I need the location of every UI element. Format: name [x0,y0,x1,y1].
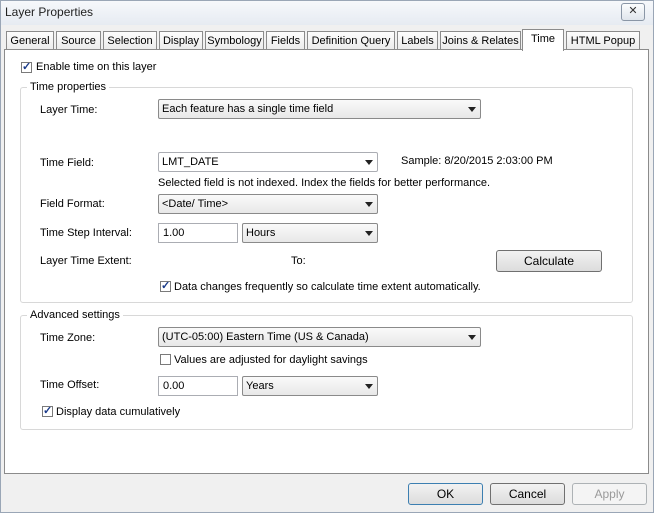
tab-strip: General Source Selection Display Symbolo… [1,29,653,51]
time-zone-value: (UTC-05:00) Eastern Time (US & Canada) [162,331,369,343]
close-icon: ✕ [628,5,638,17]
sample-text: Sample: 8/20/2015 2:03:00 PM [401,155,553,167]
title-bar: Layer Properties ✕ [1,1,653,25]
daylight-savings-label: Values are adjusted for daylight savings [174,354,368,366]
time-offset-unit-dropdown[interactable]: Years [242,376,378,396]
layer-time-value: Each feature has a single time field [162,103,334,115]
tab-definition-query[interactable]: Definition Query [307,31,395,49]
tab-general[interactable]: General [6,31,54,49]
time-zone-label: Time Zone: [40,332,96,344]
time-field-dropdown[interactable]: LMT_DATE [158,152,378,172]
chevron-down-icon [365,160,373,165]
tab-time[interactable]: Time [522,29,564,51]
index-warning: Selected field is not indexed. Index the… [158,177,491,189]
time-offset-unit-value: Years [246,380,274,392]
tab-joins-relates[interactable]: Joins & Relates [440,31,521,49]
tab-display[interactable]: Display [159,31,203,49]
field-format-label: Field Format: [40,198,105,210]
field-format-dropdown[interactable]: <Date/ Time> [158,194,378,214]
time-zone-dropdown[interactable]: (UTC-05:00) Eastern Time (US & Canada) [158,327,481,347]
time-field-label: Time Field: [40,157,94,169]
chevron-down-icon [468,335,476,340]
time-step-unit-dropdown[interactable]: Hours [242,223,378,243]
auto-extent-checkbox[interactable] [160,279,171,292]
tab-html-popup[interactable]: HTML Popup [566,31,640,49]
ok-button[interactable]: OK [408,483,483,505]
time-step-input[interactable]: 1.00 [158,223,238,243]
chevron-down-icon [468,107,476,112]
time-tab-panel: Enable time on this layer Time propertie… [4,49,649,474]
display-cumulative-checkbox[interactable] [42,404,53,417]
time-offset-label: Time Offset: [40,379,100,391]
enable-time-label: Enable time on this layer [36,61,157,73]
enable-time-checkbox[interactable] [21,60,32,73]
display-cumulative-label: Display data cumulatively [56,406,181,418]
time-step-label: Time Step Interval: [40,227,132,239]
close-button[interactable]: ✕ [621,3,645,21]
calculate-button[interactable]: Calculate [496,250,602,272]
time-offset-input[interactable]: 0.00 [158,376,238,396]
chevron-down-icon [365,384,373,389]
chevron-down-icon [365,231,373,236]
to-label: To: [291,255,306,267]
layer-properties-window: Layer Properties ✕ General Source Select… [0,0,654,513]
cancel-button[interactable]: Cancel [490,483,565,505]
time-offset-value: 0.00 [163,380,185,392]
apply-button[interactable]: Apply [572,483,647,505]
field-format-value: <Date/ Time> [162,198,229,210]
time-field-value: LMT_DATE [162,156,219,168]
advanced-settings-legend: Advanced settings [27,309,123,321]
window-title: Layer Properties [5,5,94,19]
chevron-down-icon [365,202,373,207]
layer-time-extent-label: Layer Time Extent: [40,255,132,267]
time-step-unit-value: Hours [246,227,276,239]
daylight-savings-checkbox[interactable] [160,354,171,365]
tab-selection[interactable]: Selection [103,31,157,49]
layer-time-label: Layer Time: [40,104,98,116]
tab-symbology[interactable]: Symbology [205,31,264,49]
auto-extent-label: Data changes frequently so calculate tim… [174,281,481,293]
time-properties-legend: Time properties [27,81,110,93]
tab-labels[interactable]: Labels [397,31,438,49]
time-step-value: 1.00 [163,227,185,239]
tab-source[interactable]: Source [56,31,101,49]
tab-fields[interactable]: Fields [266,31,305,49]
layer-time-dropdown[interactable]: Each feature has a single time field [158,99,481,119]
